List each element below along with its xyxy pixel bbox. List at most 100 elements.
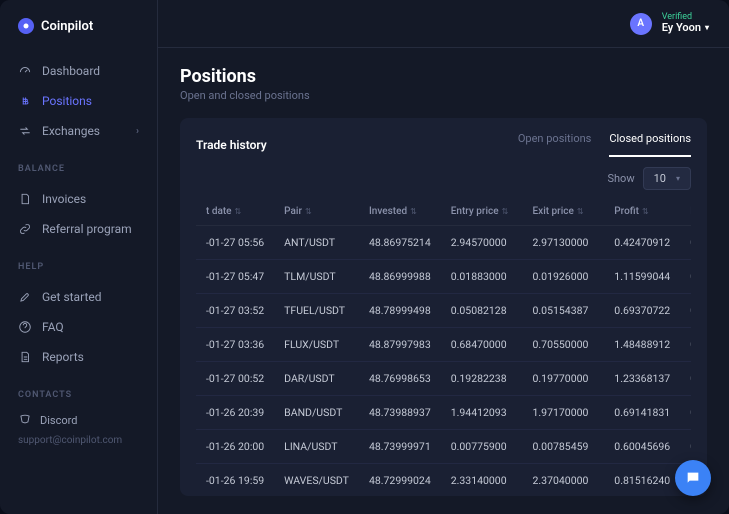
table-cell: -01-27 03:36 <box>196 328 274 362</box>
table-row[interactable]: -01-26 20:39BAND/USDT48.739889371.944120… <box>196 396 691 430</box>
table-cell: 0.19770000 <box>523 362 605 396</box>
tab-open-positions[interactable]: Open positions <box>518 132 591 157</box>
column-header[interactable]: Exit price⇅ <box>523 198 605 226</box>
table-cell: 0.81516240 <box>604 464 680 497</box>
table-cell: TFUEL/USDT <box>274 294 359 328</box>
gauge-icon <box>18 64 32 78</box>
username-text: Ey Yoon <box>662 22 701 34</box>
sidebar-item-invoices[interactable]: Invoices <box>0 184 157 214</box>
table-cell: 0.70550000 <box>523 328 605 362</box>
chevron-down-icon: ▾ <box>676 174 680 183</box>
topbar: A Verified Ey Yoon ▾ <box>158 0 729 48</box>
brand: Coinpilot <box>0 18 157 52</box>
table-cell: 0.05082128 <box>441 294 523 328</box>
table-cell: 0.05154387 <box>523 294 605 328</box>
document-icon <box>18 350 32 364</box>
table-cell: -01-27 03:52 <box>196 294 274 328</box>
table-toolbar: Show 10 ▾ <box>196 167 691 190</box>
column-header[interactable]: Fees⇅ <box>680 198 691 226</box>
file-icon <box>18 192 32 206</box>
table-cell: -01-27 05:56 <box>196 226 274 260</box>
table-row[interactable]: -01-27 03:52TFUEL/USDT48.789994980.05082… <box>196 294 691 328</box>
table-body: -01-27 05:56ANT/USDT48.869752142.9457000… <box>196 226 691 497</box>
table-row[interactable]: -01-26 20:00LINA/USDT48.739999710.007759… <box>196 430 691 464</box>
content: Positions Open and closed positions Trad… <box>158 48 729 514</box>
table-cell: 0.11159904 <box>680 260 691 294</box>
sidebar-item-exchanges[interactable]: Exchanges › <box>0 116 157 146</box>
table-cell: LINA/USDT <box>274 430 359 464</box>
table-cell: 48.86999988 <box>359 260 441 294</box>
tab-closed-positions[interactable]: Closed positions <box>609 132 691 157</box>
bitcoin-icon <box>18 94 32 108</box>
sidebar: Coinpilot Dashboard Positions Exchanges … <box>0 0 158 514</box>
column-header[interactable]: Pair⇅ <box>274 198 359 226</box>
table-cell: 2.94570000 <box>441 226 523 260</box>
sidebar-item-discord[interactable]: Discord <box>0 406 157 435</box>
table-row[interactable]: -01-27 00:52DAR/USDT48.769986530.1928223… <box>196 362 691 396</box>
sidebar-item-label: FAQ <box>42 320 64 334</box>
table-cell: -01-26 19:59 <box>196 464 274 497</box>
table-cell: 48.73988937 <box>359 396 441 430</box>
table-cell: 1.94412093 <box>441 396 523 430</box>
avatar[interactable]: A <box>630 13 652 35</box>
column-header[interactable]: Entry price⇅ <box>441 198 523 226</box>
table-cell: 0.01883000 <box>441 260 523 294</box>
column-header[interactable]: t date⇅ <box>196 198 274 226</box>
table-cell: -01-27 00:52 <box>196 362 274 396</box>
user-meta[interactable]: Verified Ey Yoon ▾ <box>662 13 709 35</box>
table-cell: 0.14848891 <box>680 328 691 362</box>
chat-fab[interactable] <box>675 460 711 496</box>
table-cell: 1.11599044 <box>604 260 680 294</box>
table-row[interactable]: -01-27 05:56ANT/USDT48.869752142.9457000… <box>196 226 691 260</box>
section-balance: BALANCE <box>0 150 157 180</box>
main: A Verified Ey Yoon ▾ Positions Open and … <box>158 0 729 514</box>
chevron-down-icon: ▾ <box>705 24 709 33</box>
nav-help: Get started FAQ Reports <box>0 278 157 376</box>
table-cell: BAND/USDT <box>274 396 359 430</box>
table-cell: 1.23368137 <box>604 362 680 396</box>
sidebar-item-get-started[interactable]: Get started <box>0 282 157 312</box>
section-help: HELP <box>0 248 157 278</box>
table-row[interactable]: -01-27 05:47TLM/USDT48.869999880.0188300… <box>196 260 691 294</box>
table-row[interactable]: -01-27 03:36FLUX/USDT48.879979830.684700… <box>196 328 691 362</box>
table-cell: 48.86975214 <box>359 226 441 260</box>
table-cell: 1.48488912 <box>604 328 680 362</box>
table-cell: 2.37040000 <box>523 464 605 497</box>
positions-table: t date⇅Pair⇅Invested⇅Entry price⇅Exit pr… <box>196 198 691 496</box>
table-wrap[interactable]: t date⇅Pair⇅Invested⇅Entry price⇅Exit pr… <box>196 198 691 496</box>
nav-balance: Invoices Referral program <box>0 180 157 248</box>
table-cell: ANT/USDT <box>274 226 359 260</box>
sidebar-item-positions[interactable]: Positions <box>0 86 157 116</box>
table-cell: 0.00785459 <box>523 430 605 464</box>
chevron-right-icon: › <box>136 126 139 137</box>
table-cell: 48.76998653 <box>359 362 441 396</box>
column-header[interactable]: Profit⇅ <box>604 198 680 226</box>
link-icon <box>18 222 32 236</box>
table-cell: -01-26 20:39 <box>196 396 274 430</box>
sidebar-item-dashboard[interactable]: Dashboard <box>0 56 157 86</box>
sidebar-item-faq[interactable]: FAQ <box>0 312 157 342</box>
page-size-select[interactable]: 10 ▾ <box>643 167 691 190</box>
sidebar-item-label: Referral program <box>42 222 132 236</box>
card-header: Trade history Open positions Closed posi… <box>196 132 691 157</box>
column-header[interactable]: Invested⇅ <box>359 198 441 226</box>
nav-main: Dashboard Positions Exchanges › <box>0 52 157 150</box>
sidebar-item-referral[interactable]: Referral program <box>0 214 157 244</box>
chat-icon <box>685 470 701 486</box>
table-cell: 48.78999498 <box>359 294 441 328</box>
section-contacts: CONTACTS <box>0 376 157 406</box>
discord-icon <box>18 412 32 429</box>
sidebar-item-label: Positions <box>42 94 92 108</box>
table-row[interactable]: -01-26 19:59WAVES/USDT48.729990242.33140… <box>196 464 691 497</box>
table-cell: 0.06004570 <box>680 430 691 464</box>
table-cell: 0.68470000 <box>441 328 523 362</box>
rocket-icon <box>18 290 32 304</box>
sidebar-item-label: Reports <box>42 350 84 364</box>
table-cell: 48.87997983 <box>359 328 441 362</box>
table-cell: 0.04247091 <box>680 226 691 260</box>
sidebar-item-reports[interactable]: Reports <box>0 342 157 372</box>
sidebar-item-label: Exchanges <box>42 124 100 138</box>
sidebar-item-label: Invoices <box>42 192 86 206</box>
brand-logo-icon <box>18 18 34 34</box>
card-title: Trade history <box>196 138 267 152</box>
